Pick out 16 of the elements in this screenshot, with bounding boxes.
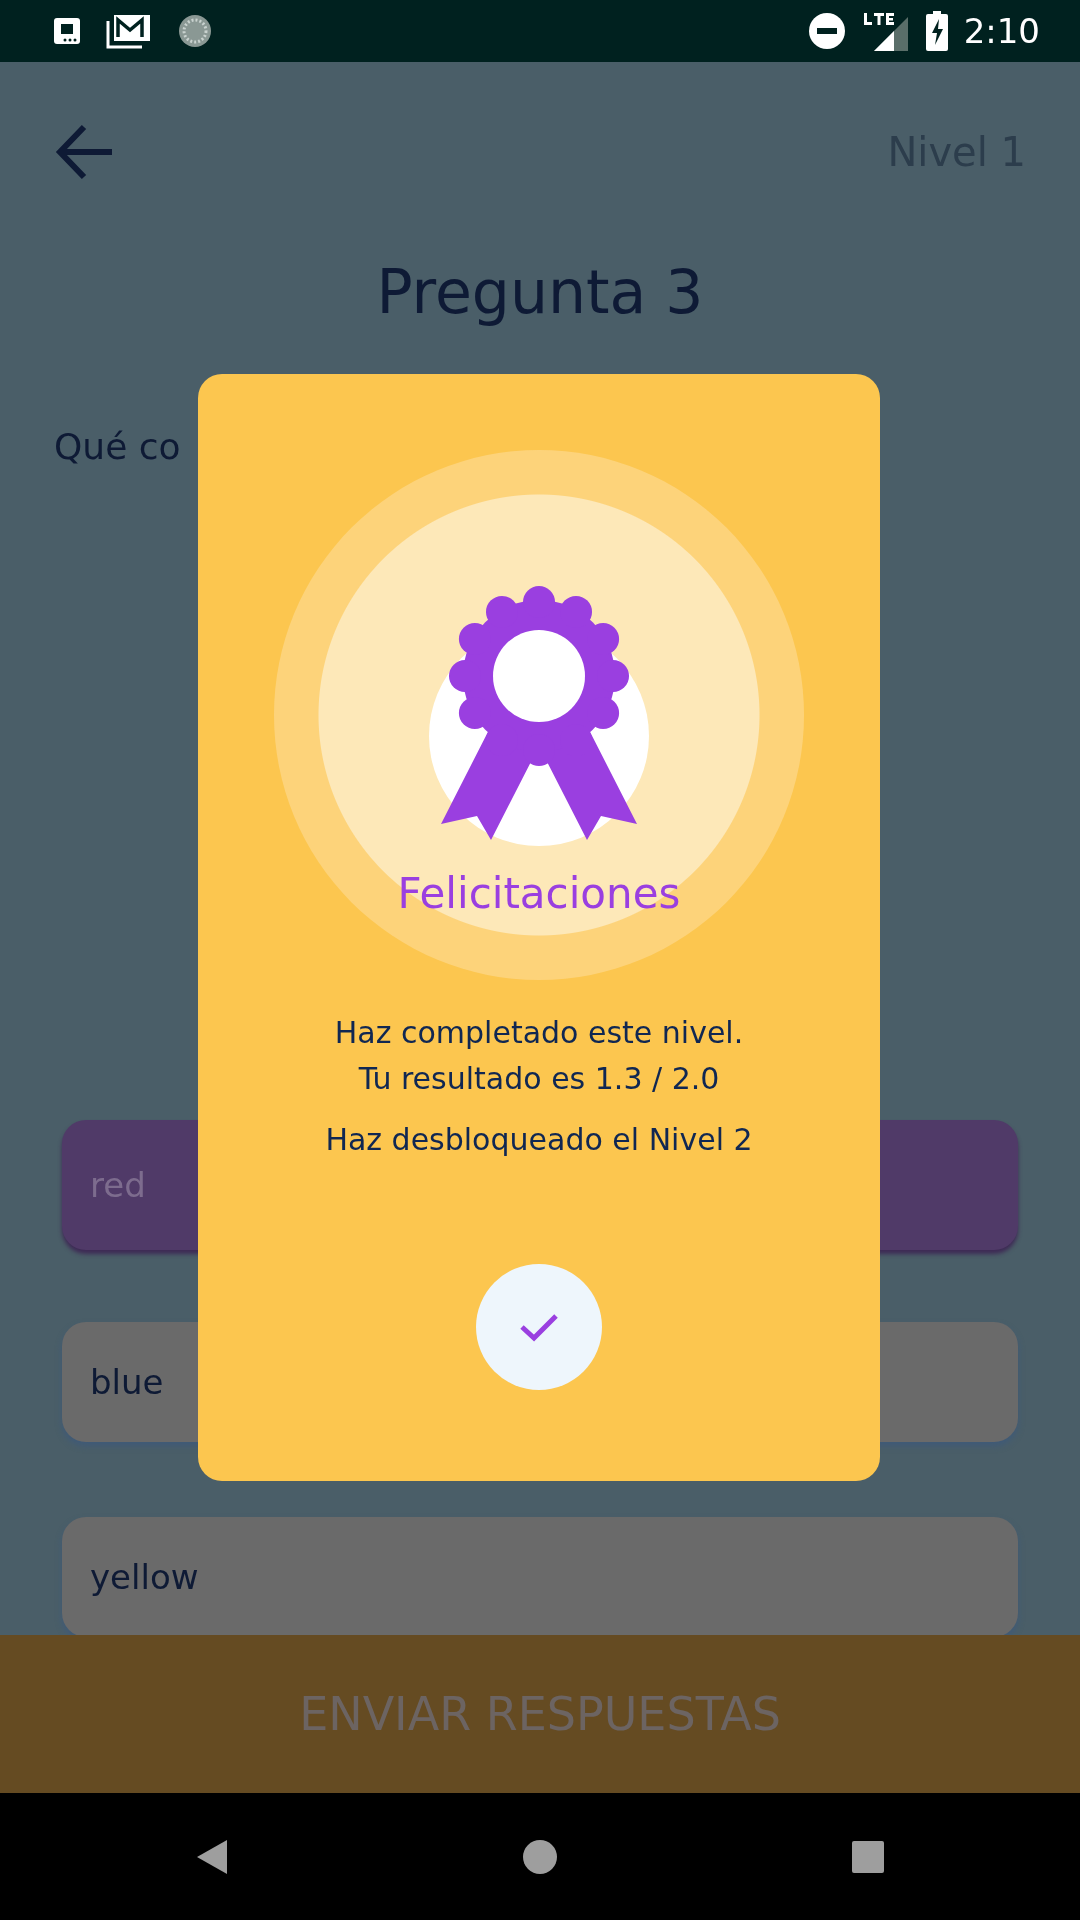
answer-option[interactable]: yellow	[62, 1517, 1018, 1635]
signal-icon	[861, 11, 910, 51]
do-not-disturb-icon	[807, 12, 846, 50]
congratulations-title: Felicitaciones	[397, 868, 681, 920]
recents-icon[interactable]	[851, 1839, 886, 1874]
home-icon[interactable]	[522, 1838, 558, 1875]
question-title: Pregunta 3	[375, 256, 705, 329]
mail-icon	[106, 13, 152, 49]
unlock-message: Haz desbloqueado el Nivel 2	[325, 1121, 753, 1159]
result-message: Haz completado este nivel. Tu resultado es 1.3 / 2.0	[334, 1014, 744, 1098]
notification-icon	[52, 16, 82, 46]
sync-icon	[176, 12, 214, 50]
question-text: Qué co	[54, 425, 182, 469]
clock-time: 2:10	[963, 9, 1040, 53]
battery-charging-icon	[925, 11, 948, 51]
check-icon	[519, 1312, 559, 1342]
